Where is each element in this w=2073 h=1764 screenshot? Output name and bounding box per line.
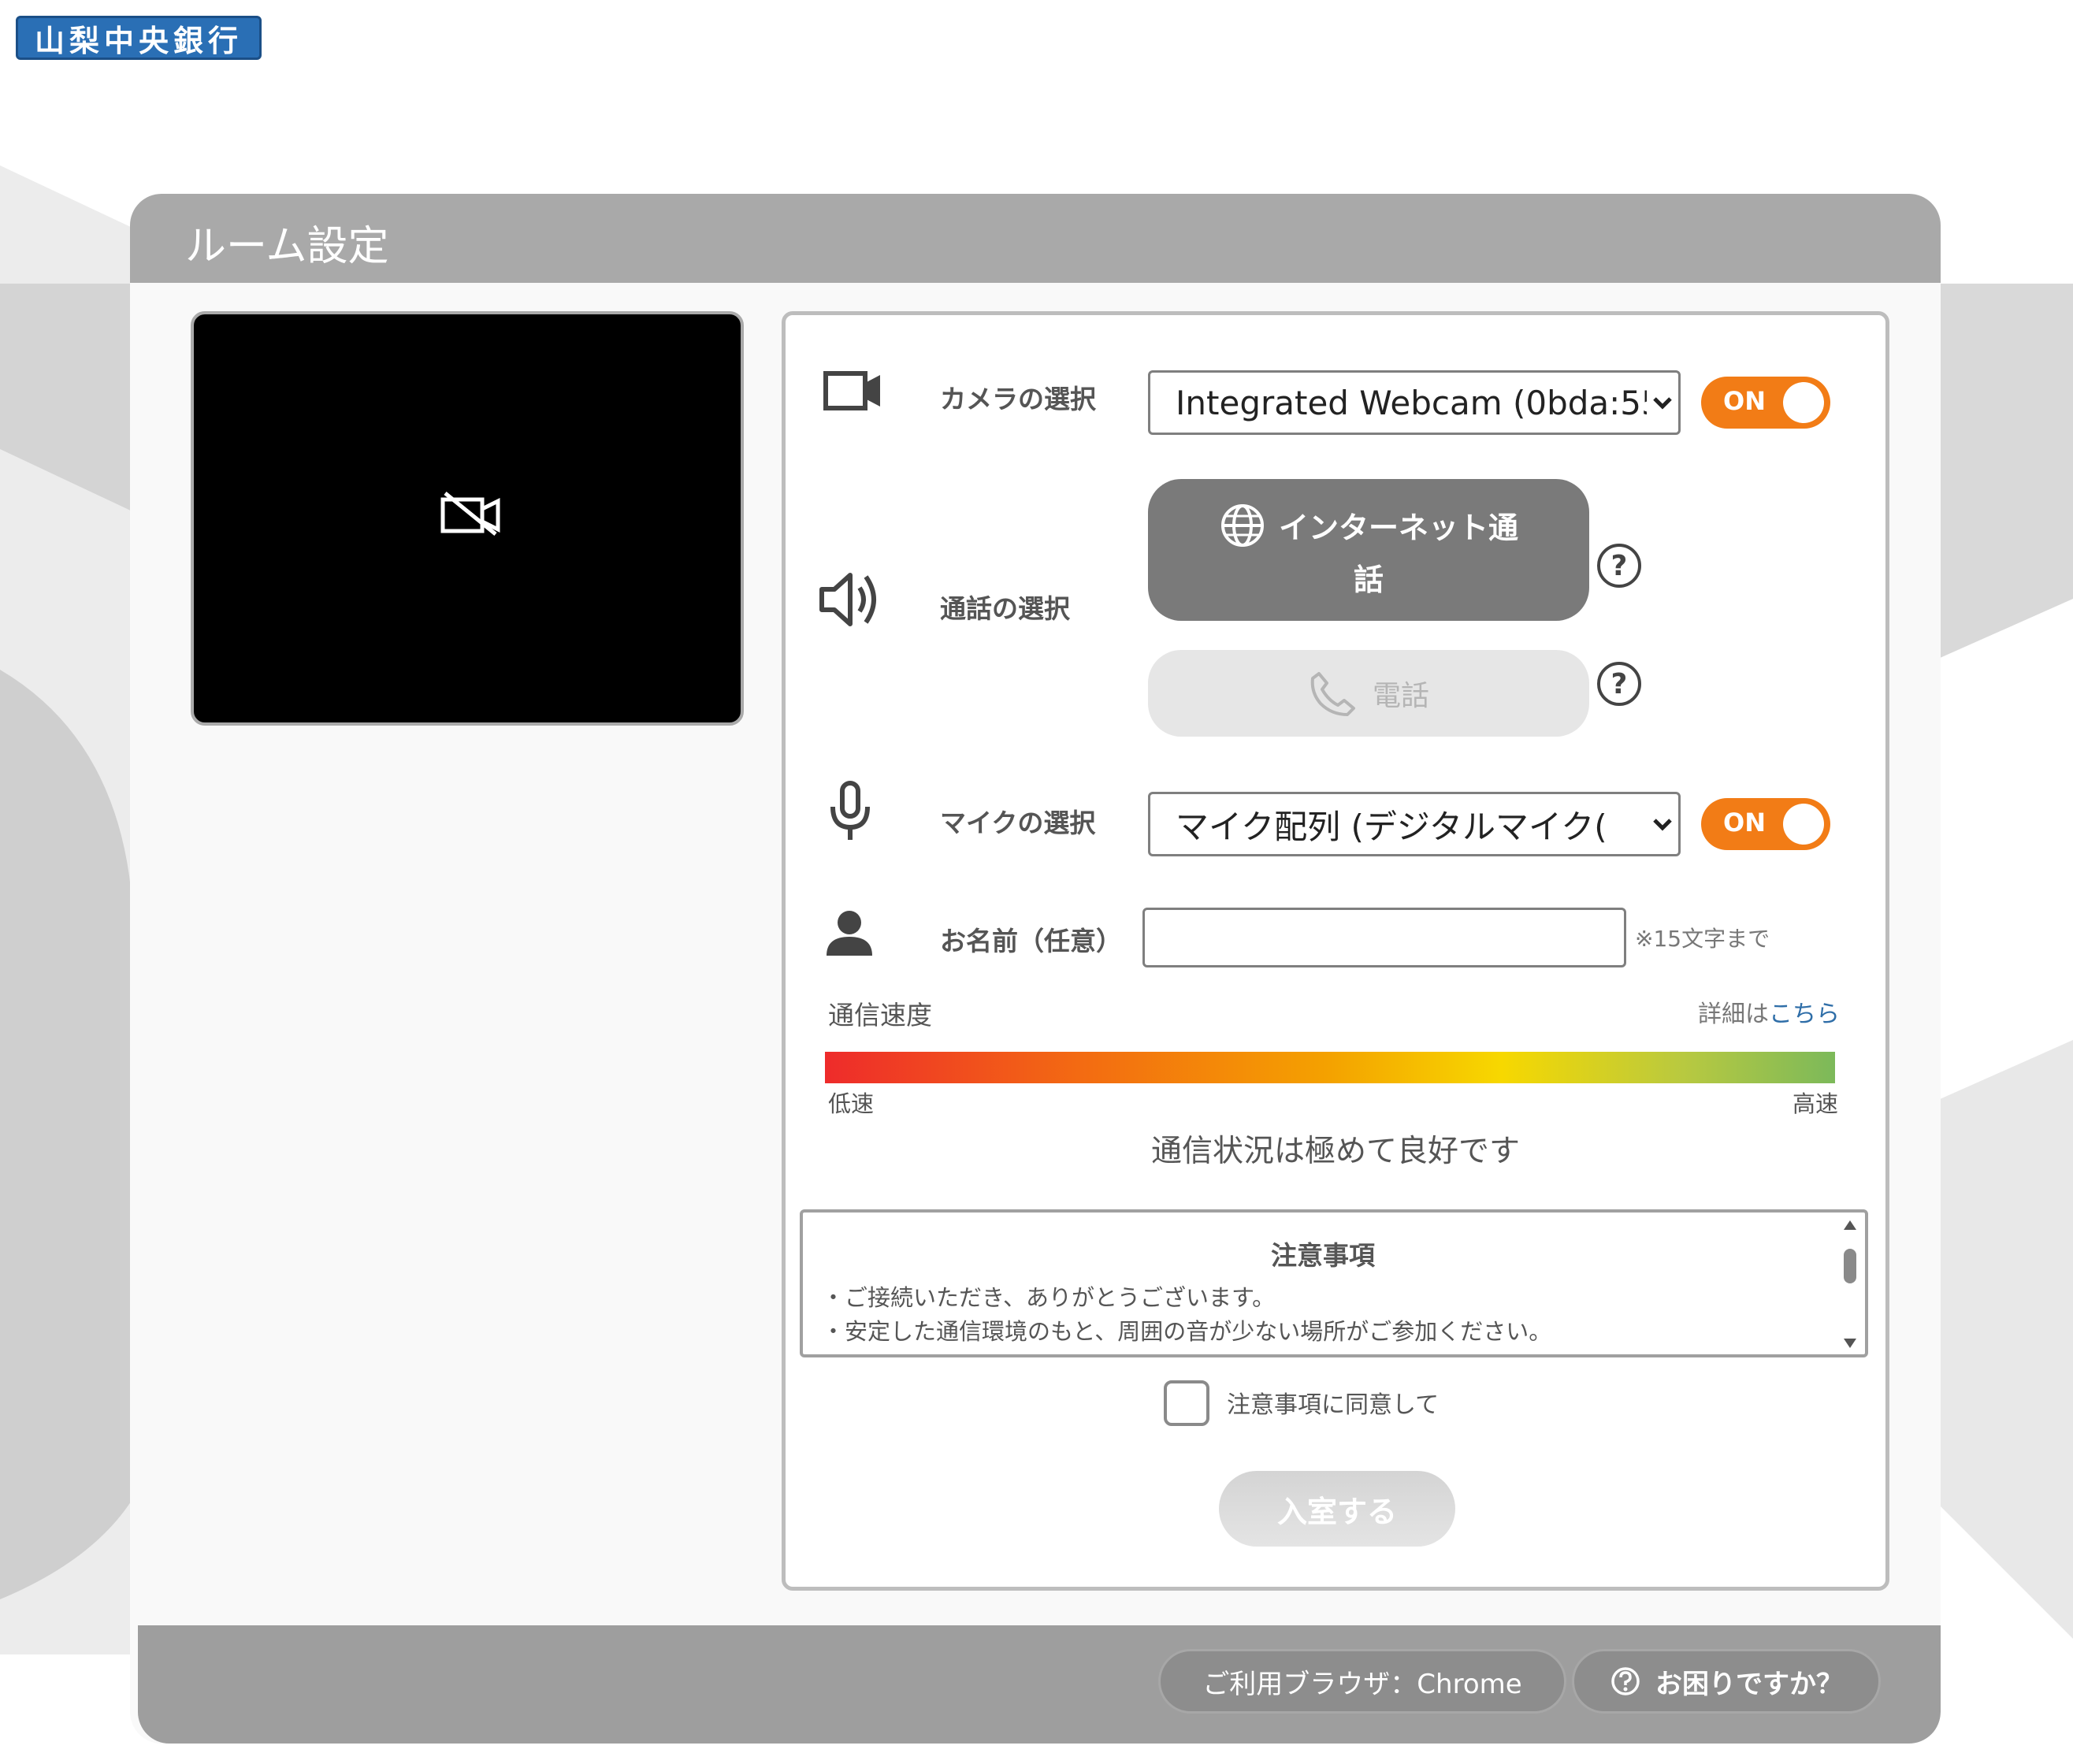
camera-toggle[interactable]: ON (1701, 377, 1830, 429)
globe-icon (1220, 503, 1264, 547)
bank-logo: 山梨中央銀行 (16, 16, 262, 60)
notice-box[interactable]: 注意事項 ・ご接続いただき、ありがとうございます。 ・安定した通信環境のもと、周… (800, 1209, 1868, 1357)
user-icon (827, 911, 872, 956)
scroll-up-icon[interactable] (1842, 1219, 1858, 1231)
internet-call-button[interactable]: インターネット通 話 (1148, 479, 1589, 621)
question-circle-icon (1611, 1667, 1640, 1695)
name-input[interactable] (1142, 908, 1626, 967)
notice-line: ・ご接続いただき、ありがとうございます。 (822, 1284, 1276, 1311)
speed-details-prefix: 詳細は (1698, 1001, 1769, 1028)
notice-title: 注意事項 (1271, 1240, 1375, 1271)
phone-icon (1310, 672, 1355, 716)
camera-preview (191, 311, 744, 726)
internet-call-help-button[interactable]: ? (1597, 544, 1641, 588)
speed-meter-bar (825, 1052, 1835, 1083)
speed-high-label: 高速 (1793, 1090, 1839, 1117)
agree-checkbox[interactable] (1164, 1380, 1209, 1426)
scroll-thumb[interactable] (1844, 1249, 1856, 1283)
agree-label: 注意事項に同意して (1227, 1391, 1440, 1419)
chevron-down-icon (1647, 817, 1678, 831)
camera-off-icon (440, 492, 500, 536)
speed-low-label: 低速 (828, 1090, 875, 1117)
speaker-icon (819, 573, 876, 626)
speed-status: 通信状況は極めて良好です (1150, 1134, 1520, 1169)
help-button-label: お困りですか？ (1655, 1668, 1843, 1700)
browser-info: ご利用ブラウザ：Chrome (1158, 1649, 1566, 1714)
camera-toggle-label: ON (1723, 386, 1766, 416)
video-camera-icon (823, 371, 880, 410)
notice-scrollbar[interactable] (1840, 1217, 1860, 1351)
card-header: ルーム設定 (130, 194, 1941, 283)
chevron-down-icon (1647, 396, 1678, 410)
help-button[interactable]: お困りですか？ (1572, 1649, 1881, 1714)
toggle-knob (1783, 382, 1824, 423)
internet-call-label-line1: インターネット通 (1278, 511, 1518, 545)
camera-select-value: Integrated Webcam (0bda:55 (1176, 383, 1647, 422)
mic-select[interactable]: マイク配列 (デジタルマイク( (1148, 792, 1681, 856)
notice-line: ・安定した通信環境のもと、周囲の音が少ない場所がご参加ください。 (822, 1318, 1552, 1345)
enter-room-button[interactable]: 入室する (1219, 1471, 1455, 1547)
mic-toggle-label: ON (1723, 808, 1766, 837)
mic-select-label: マイクの選択 (940, 808, 1096, 838)
speed-label: 通信速度 (828, 1000, 932, 1031)
phone-call-button[interactable]: 電話 (1148, 650, 1589, 737)
page-title: ルーム設定 (185, 223, 389, 270)
scroll-down-icon[interactable] (1842, 1337, 1858, 1350)
camera-select[interactable]: Integrated Webcam (0bda:55 (1148, 370, 1681, 435)
microphone-icon (830, 781, 870, 840)
mic-toggle[interactable]: ON (1701, 798, 1830, 850)
internet-call-label-line2: 話 (1353, 562, 1384, 597)
call-select-label: 通話の選択 (940, 593, 1070, 624)
mic-select-value: マイク配列 (デジタルマイク( (1176, 807, 1607, 846)
camera-select-label: カメラの選択 (940, 384, 1096, 414)
settings-panel: カメラの選択 Integrated Webcam (0bda:55 ON 通話の… (782, 311, 1889, 1591)
phone-call-help-button[interactable]: ? (1597, 662, 1641, 706)
name-label: お名前（任意） (940, 926, 1122, 956)
name-max-length-note: ※15文字まで (1635, 926, 1770, 952)
toggle-knob (1783, 804, 1824, 845)
phone-call-label: 電話 (1372, 680, 1429, 712)
speed-details-link[interactable]: こちら (1769, 1001, 1840, 1028)
speed-details: 詳細はこちら (1698, 994, 1840, 1029)
